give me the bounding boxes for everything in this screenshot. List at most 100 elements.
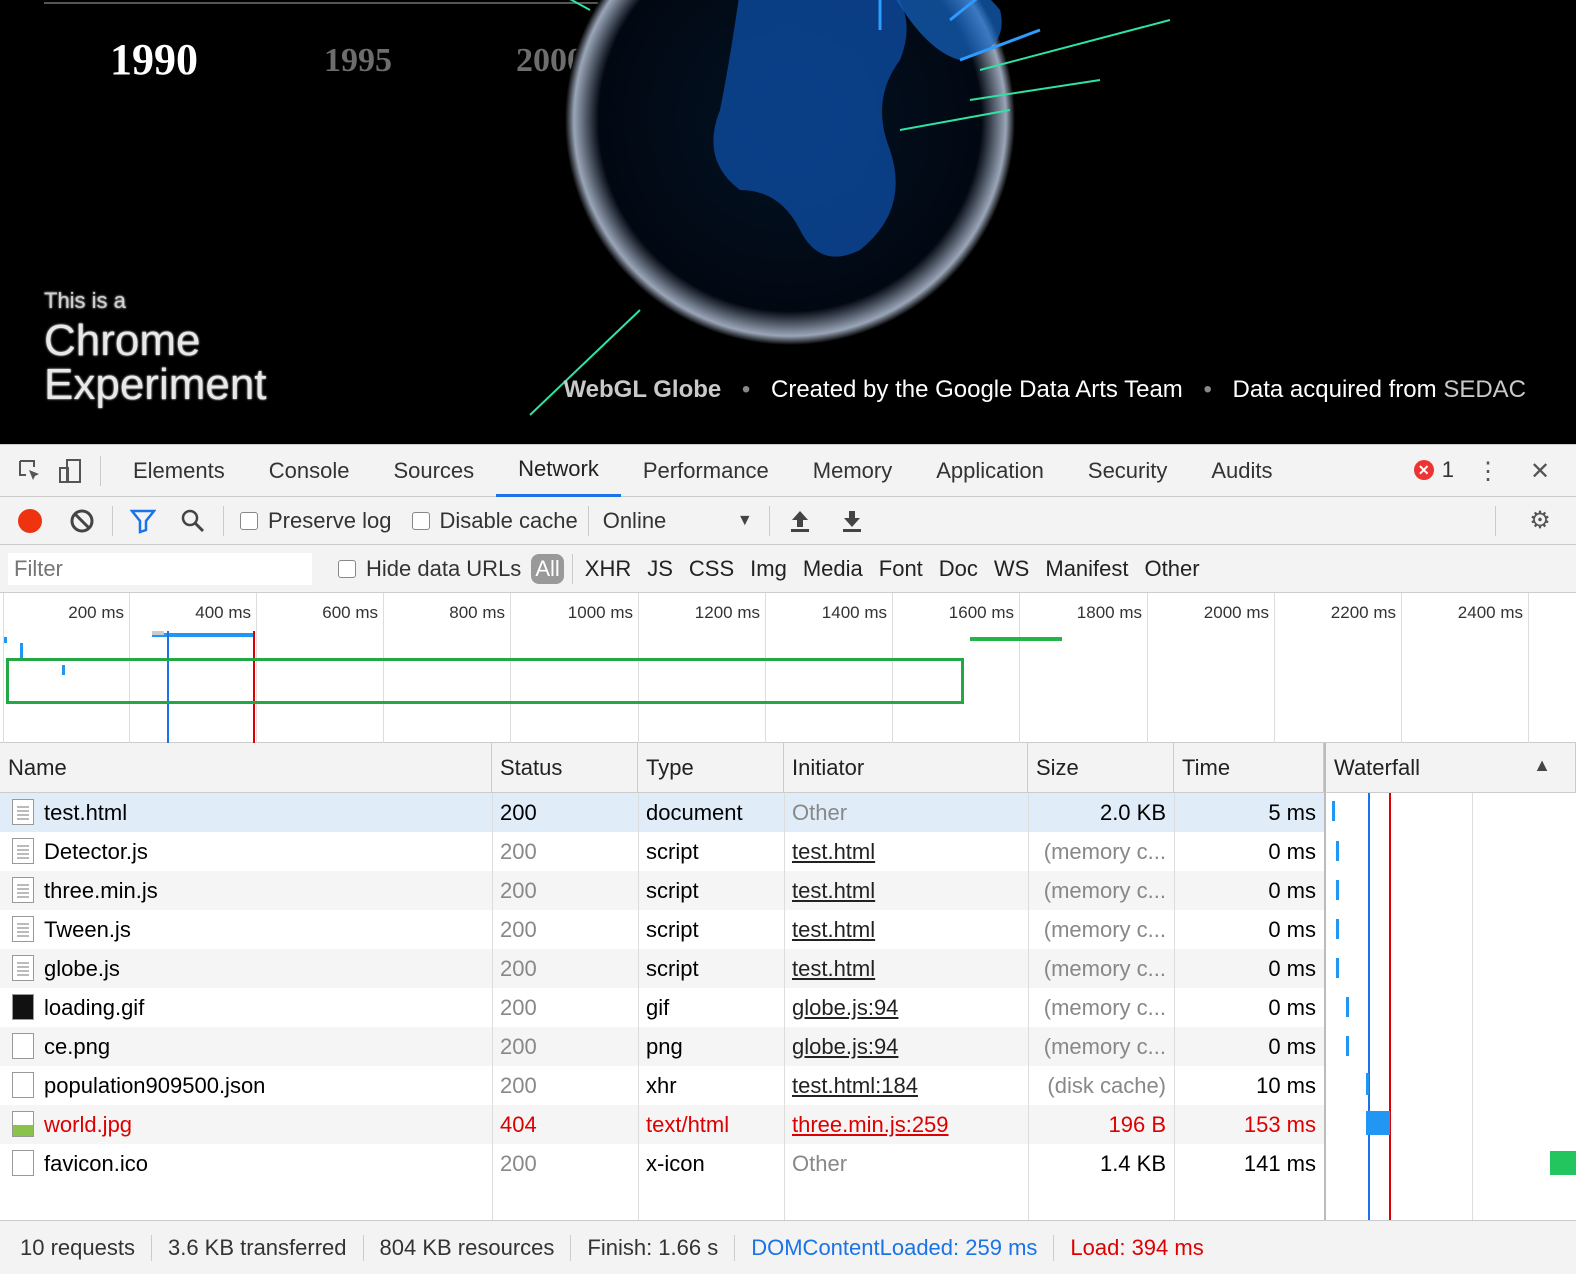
request-type: gif: [646, 995, 670, 1020]
column-header-type[interactable]: Type: [638, 743, 784, 793]
request-name[interactable]: ce.png: [36, 1027, 492, 1066]
year-1990[interactable]: 1990: [110, 34, 198, 85]
request-name[interactable]: favicon.ico: [36, 1144, 492, 1183]
disable-cache-label[interactable]: Disable cache: [440, 508, 578, 534]
tab-network[interactable]: Network: [496, 445, 621, 497]
table-row[interactable]: test.html 200 document Other 2.0 KB 5 ms: [0, 793, 1324, 832]
clear-icon[interactable]: [62, 501, 102, 541]
table-row[interactable]: three.min.js 200 script test.html (memory c.…: [0, 871, 1324, 910]
filter-type-ws[interactable]: WS: [986, 556, 1037, 582]
column-header-size[interactable]: Size: [1028, 743, 1174, 793]
record-icon[interactable]: [10, 501, 50, 541]
filter-type-img[interactable]: Img: [742, 556, 795, 582]
load-marker: [1389, 793, 1391, 1220]
table-row[interactable]: ce.png 200 png globe.js:94 (memory c... 0 ms: [0, 1027, 1324, 1066]
request-name[interactable]: Detector.js: [36, 832, 492, 871]
tab-memory[interactable]: Memory: [791, 445, 914, 497]
filter-type-css[interactable]: CSS: [681, 556, 742, 582]
import-har-icon[interactable]: [780, 501, 820, 541]
request-initiator[interactable]: three.min.js:259: [792, 1112, 949, 1137]
filter-type-all[interactable]: All: [531, 553, 564, 584]
waterfall-column[interactable]: [1324, 743, 1576, 1220]
year-1995[interactable]: 1995: [324, 42, 392, 80]
throttle-select[interactable]: Online ▼: [603, 508, 753, 534]
request-name[interactable]: three.min.js: [36, 871, 492, 910]
credits: WebGL Globe • Created by the Google Data…: [563, 376, 1526, 404]
network-toolbar: Preserve log Disable cache Online ▼ ⚙: [0, 497, 1576, 545]
request-initiator[interactable]: test.html: [792, 878, 875, 903]
table-row[interactable]: globe.js 200 script test.html (memory c... 0 …: [0, 949, 1324, 988]
search-icon[interactable]: [173, 501, 213, 541]
column-header-name[interactable]: Name: [0, 743, 492, 793]
request-initiator[interactable]: globe.js:94: [792, 1034, 898, 1059]
credit-team[interactable]: Created by the Google Data Arts Team: [771, 376, 1183, 403]
globe-visualization[interactable]: [500, 0, 1220, 430]
request-initiator-cell: globe.js:94: [784, 1027, 1028, 1066]
tab-security[interactable]: Security: [1066, 445, 1189, 497]
close-icon[interactable]: ✕: [1520, 451, 1560, 491]
filter-input[interactable]: [8, 553, 312, 585]
disable-cache-checkbox[interactable]: [411, 511, 430, 530]
request-initiator[interactable]: test.html: [792, 917, 875, 942]
filter-type-font[interactable]: Font: [871, 556, 931, 582]
tab-performance[interactable]: Performance: [621, 445, 791, 497]
table-row[interactable]: Tween.js 200 script test.html (memory c... 0 …: [0, 910, 1324, 949]
filter-type-js[interactable]: JS: [639, 556, 681, 582]
filter-type-manifest[interactable]: Manifest: [1037, 556, 1136, 582]
overview-gridline: [256, 593, 257, 743]
hide-data-urls-checkbox[interactable]: [338, 559, 356, 578]
overview-request-bar: [152, 631, 164, 635]
request-name[interactable]: loading.gif: [36, 988, 492, 1027]
network-overview[interactable]: 200 ms 400 ms 600 ms 800 ms 1000 ms 1200…: [0, 593, 1576, 743]
filter-icon[interactable]: [123, 501, 163, 541]
domcontentloaded-marker: [167, 631, 169, 743]
column-header-time[interactable]: Time: [1174, 743, 1324, 793]
request-name[interactable]: world.jpg: [36, 1105, 492, 1144]
preserve-log-checkbox[interactable]: [240, 511, 258, 530]
credit-app-name[interactable]: WebGL Globe: [563, 376, 721, 403]
tab-application[interactable]: Application: [914, 445, 1066, 497]
column-header-status[interactable]: Status: [492, 743, 638, 793]
device-toolbar-icon[interactable]: [50, 451, 90, 491]
request-name[interactable]: Tween.js: [36, 910, 492, 949]
request-name[interactable]: population909500.json: [36, 1066, 492, 1105]
export-har-icon[interactable]: [832, 501, 872, 541]
column-header-initiator[interactable]: Initiator: [784, 743, 1028, 793]
request-initiator[interactable]: globe.js:94: [792, 995, 898, 1020]
filter-type-doc[interactable]: Doc: [931, 556, 986, 582]
tab-audits[interactable]: Audits: [1189, 445, 1294, 497]
error-count: 1: [1441, 457, 1454, 482]
overview-request-bar: [4, 637, 7, 643]
table-row[interactable]: Detector.js 200 script test.html (memory c..…: [0, 832, 1324, 871]
request-type: document: [646, 800, 743, 825]
table-row[interactable]: world.jpg 404 text/html three.min.js:259 196…: [0, 1105, 1324, 1144]
error-counter[interactable]: ✕ 1: [1413, 457, 1454, 483]
overview-request-bar: [20, 643, 23, 661]
credit-data-source[interactable]: SEDAC: [1443, 376, 1526, 403]
filter-type-xhr[interactable]: XHR: [577, 556, 639, 582]
error-icon: ✕: [1413, 460, 1434, 480]
load-marker: [253, 631, 255, 743]
table-row[interactable]: population909500.json 200 xhr test.html:184…: [0, 1066, 1324, 1105]
filter-type-media[interactable]: Media: [795, 556, 871, 582]
tab-console[interactable]: Console: [247, 445, 372, 497]
more-options-icon[interactable]: ⋮: [1468, 451, 1508, 491]
filter-type-other[interactable]: Other: [1137, 556, 1208, 582]
hide-data-urls-label[interactable]: Hide data URLs: [366, 556, 521, 582]
gear-icon[interactable]: ⚙: [1520, 501, 1560, 541]
request-name[interactable]: globe.js: [36, 949, 492, 988]
preserve-log-label[interactable]: Preserve log: [268, 508, 392, 534]
webgl-globe-page: 1990 1995 2000 This is a Chrome Experime…: [0, 0, 1576, 444]
request-initiator[interactable]: test.html: [792, 956, 875, 981]
request-name[interactable]: test.html: [36, 793, 492, 832]
request-initiator[interactable]: test.html: [792, 839, 875, 864]
request-initiator[interactable]: test.html:184: [792, 1073, 918, 1098]
blank-file-icon: [12, 1033, 34, 1059]
table-row[interactable]: favicon.ico 200 x-icon Other 1.4 KB 141 ms: [0, 1144, 1324, 1183]
request-size: (memory c...: [1043, 878, 1166, 903]
inspect-element-icon[interactable]: [10, 451, 50, 491]
tab-elements[interactable]: Elements: [111, 445, 247, 497]
table-row[interactable]: loading.gif 200 gif globe.js:94 (memory c...…: [0, 988, 1324, 1027]
request-initiator-cell: Other: [784, 1144, 1028, 1183]
tab-sources[interactable]: Sources: [371, 445, 496, 497]
